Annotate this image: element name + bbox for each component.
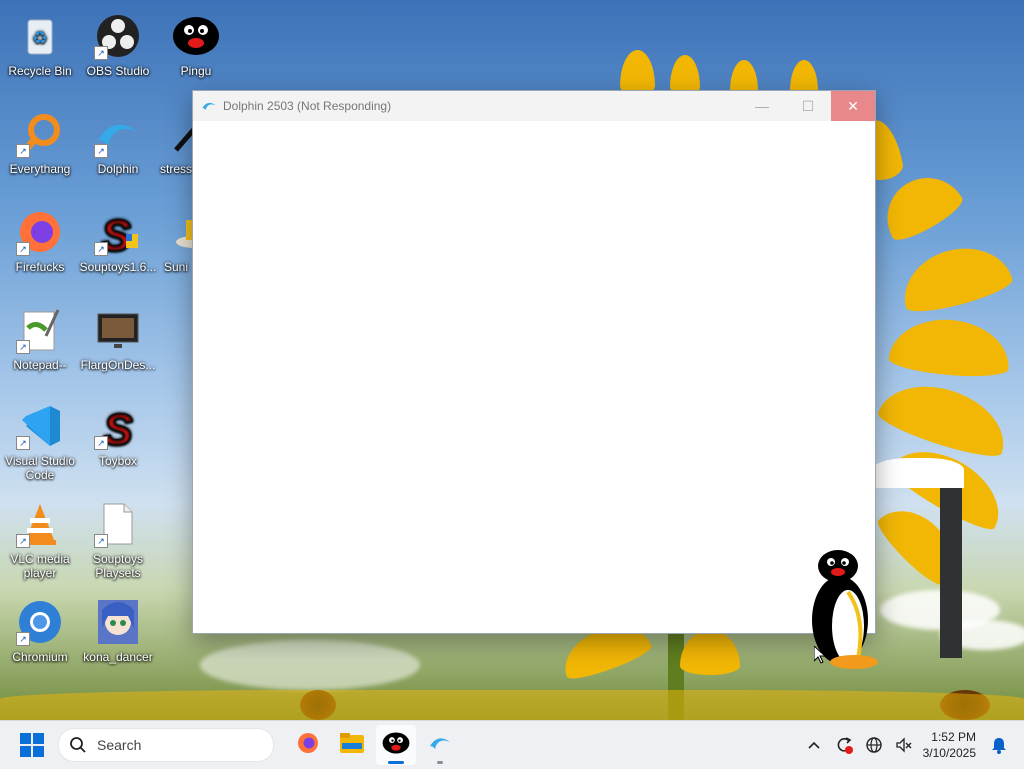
update-icon[interactable]: [829, 730, 859, 760]
search-icon: [69, 736, 87, 754]
toybox-icon: S ↗: [94, 402, 142, 455]
recycle-bin-icon: ♻: [16, 12, 64, 60]
file-explorer-icon: [339, 731, 365, 760]
desktop-icon-pingu[interactable]: Pingu: [156, 6, 236, 96]
window-content: [193, 121, 875, 633]
icon-label: Dolphin: [97, 162, 139, 176]
desktop-icon-souptoys[interactable]: S ↗ Souptoys1.6...: [78, 202, 158, 292]
icon-label: OBS Studio: [86, 64, 150, 78]
desktop-icon-vscode[interactable]: ↗ Visual Studio Code: [0, 396, 80, 486]
icon-label: FlargOnDes...: [80, 358, 156, 372]
icon-label: Souptoys Playsets: [92, 552, 144, 580]
desktop-icon-stress[interactable]: stress: [156, 104, 196, 194]
desktop-icon-dolphin[interactable]: ↗ Dolphin: [78, 104, 158, 194]
notification-bell-icon[interactable]: [984, 730, 1014, 760]
anime-image-icon: [94, 598, 142, 646]
minimize-button[interactable]: —: [739, 91, 785, 121]
network-globe-icon[interactable]: [859, 730, 889, 760]
icon-label: VLC media player: [10, 552, 70, 580]
icon-label: Suni: [163, 260, 189, 274]
icon-label: Toybox: [98, 454, 138, 468]
active-indicator: [388, 761, 404, 764]
taskbar-dolphin[interactable]: [420, 725, 460, 765]
desktop-icon-toybox[interactable]: S ↗ Toybox: [78, 396, 158, 486]
show-hidden-icons-chevron-icon[interactable]: [799, 730, 829, 760]
notepad-icon: ↗: [16, 306, 64, 354]
running-indicator: [437, 761, 443, 764]
vscode-icon: ↗: [16, 402, 64, 450]
icon-label: Chromium: [12, 650, 68, 664]
close-button[interactable]: ✕: [831, 91, 875, 121]
desktop-icon-notepad[interactable]: ↗ Notepad--: [0, 300, 80, 390]
video-icon: [94, 306, 142, 354]
clock-date: 3/10/2025: [922, 746, 976, 760]
vlc-icon: ↗: [16, 500, 64, 548]
taskbar-pingu[interactable]: [376, 725, 416, 765]
icon-label: Pingu: [180, 64, 212, 78]
taskbar-search[interactable]: Search: [58, 728, 274, 762]
souptoys-icon: S ↗: [94, 208, 142, 261]
desktop-icon-kona-dancer[interactable]: kona_dancer: [78, 592, 158, 682]
pingu-icon: [172, 12, 220, 60]
desktop-icon-vlc[interactable]: ↗ VLC media player: [0, 494, 80, 584]
volume-muted-icon[interactable]: [889, 730, 919, 760]
taskbar: Search 1:52 PM 3/10/2025: [0, 720, 1024, 769]
icon-label: kona_dancer: [83, 650, 153, 664]
icon-label: Recycle Bin: [8, 64, 72, 78]
window-title: Dolphin 2503 (Not Responding): [223, 99, 392, 113]
mouse-cursor: [813, 644, 827, 669]
dolphin-icon: ↗: [94, 110, 142, 158]
icon-label: Everythang: [9, 162, 71, 176]
dolphin-window[interactable]: Dolphin 2503 (Not Responding) — ☐ ✕: [192, 90, 876, 634]
clock-time: 1:52 PM: [931, 730, 976, 744]
desktop-icon-recycle-bin[interactable]: ♻ Recycle Bin: [0, 6, 80, 96]
firefox-icon: [296, 731, 320, 760]
file-icon: ↗: [94, 500, 142, 548]
chromium-icon: ↗: [16, 598, 64, 646]
svg-text:♻: ♻: [32, 28, 48, 48]
desktop-icon-everythang[interactable]: ↗ Everythang: [0, 104, 80, 194]
taskbar-clock[interactable]: 1:52 PM 3/10/2025: [923, 729, 976, 761]
desktop-icon-chromium[interactable]: ↗ Chromium: [0, 592, 80, 682]
start-button[interactable]: [20, 733, 44, 757]
desktop-icon-souptoys-playsets[interactable]: ↗ Souptoys Playsets: [78, 494, 158, 584]
system-tray: 1:52 PM 3/10/2025: [799, 721, 1024, 769]
desktop-icon-flargondesktop[interactable]: FlargOnDes...: [78, 300, 158, 390]
search-placeholder: Search: [97, 737, 142, 753]
everything-search-icon: ↗: [16, 110, 64, 158]
maximize-button[interactable]: ☐: [785, 91, 831, 121]
icon-label: Souptoys1.6...: [79, 260, 157, 274]
firefox-icon: ↗: [16, 208, 64, 256]
taskbar-firefox[interactable]: [288, 725, 328, 765]
dolphin-icon: [427, 731, 453, 760]
desktop-icon-obs[interactable]: ↗ OBS Studio: [78, 6, 158, 96]
dolphin-icon: [201, 98, 217, 114]
taskbar-file-explorer[interactable]: [332, 725, 372, 765]
desktop-icon-firefox[interactable]: ↗ Firefucks: [0, 202, 80, 292]
icon-label: Notepad--: [13, 358, 67, 372]
icon-label: Visual Studio Code: [5, 454, 75, 482]
pingu-icon: [382, 731, 410, 760]
desktop-icon-suni[interactable]: Suni: [156, 202, 196, 292]
obs-icon: ↗: [94, 12, 142, 60]
icon-label: Firefucks: [15, 260, 65, 274]
window-titlebar[interactable]: Dolphin 2503 (Not Responding) — ☐ ✕: [193, 91, 875, 121]
icon-label: stress: [159, 162, 192, 176]
